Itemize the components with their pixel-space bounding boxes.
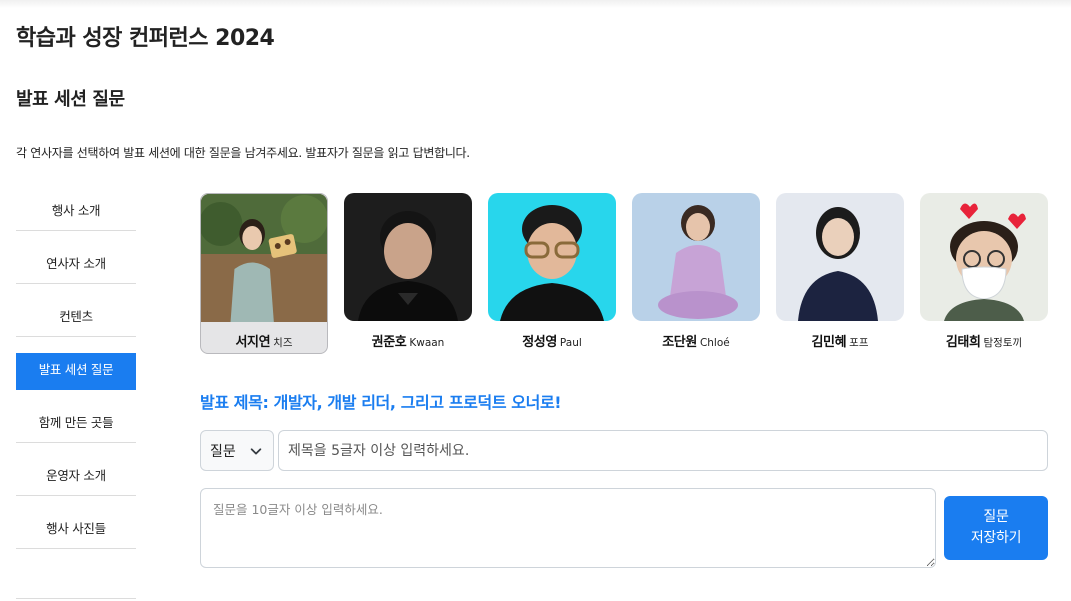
page-title: 발표 세션 질문 <box>16 89 125 110</box>
speaker-nickname: 탐정토끼 <box>983 337 1023 349</box>
speaker-caption: 정성영 Paul <box>488 331 616 350</box>
speaker-card-6[interactable]: 김태희 탐정토끼 <box>920 193 1048 354</box>
speaker-photo <box>201 194 327 322</box>
sidebar-divider <box>16 598 136 599</box>
speaker-card-5[interactable]: 김민혜 포프 <box>776 193 904 354</box>
question-type-select[interactable]: 질문 <box>200 430 274 471</box>
speaker-card-2[interactable]: 권준호 Kwaan <box>344 193 472 354</box>
speaker-nickname: Paul <box>559 337 582 349</box>
top-bar-shadow <box>0 0 1071 8</box>
save-question-button[interactable]: 질문 저장하기 <box>944 496 1048 560</box>
speaker-name: 권준호 <box>371 335 407 350</box>
save-button-line1: 질문 <box>983 509 1009 525</box>
speaker-name: 서지연 <box>235 335 271 350</box>
speaker-nickname: 포프 <box>849 337 869 349</box>
speaker-card-3[interactable]: 정성영 Paul <box>488 193 616 354</box>
speaker-name: 조단원 <box>662 335 697 350</box>
speaker-caption: 서지연 치즈 <box>201 331 327 350</box>
speaker-name: 김태희 <box>945 335 981 350</box>
speaker-photo <box>776 193 904 321</box>
sidebar-nav: 행사 소개 연사자 소개 컨텐츠 발표 세션 질문 함께 만든 곳들 운영자 소… <box>16 194 136 565</box>
speaker-photo <box>632 193 760 321</box>
speaker-nickname: Chloé <box>699 337 730 349</box>
speaker-name: 정성영 <box>522 335 557 350</box>
question-type-value: 질문 <box>210 443 236 460</box>
speaker-caption: 김민혜 포프 <box>776 331 904 350</box>
speaker-photo <box>344 193 472 321</box>
sidebar-item-event-intro[interactable]: 행사 소개 <box>16 194 136 231</box>
sidebar-item-partners[interactable]: 함께 만든 곳들 <box>16 406 136 443</box>
sidebar-item-speakers[interactable]: 연사자 소개 <box>16 247 136 284</box>
speaker-photo <box>920 193 1048 321</box>
speaker-selector: 서지연 치즈 권준호 Kwaan 정성영 Paul 조단원 Chloé 김민혜 … <box>200 193 1050 355</box>
sidebar-item-contents[interactable]: 컨텐츠 <box>16 300 136 337</box>
question-title-input[interactable] <box>278 430 1048 471</box>
speaker-card-4[interactable]: 조단원 Chloé <box>632 193 760 354</box>
sidebar-item-organizers[interactable]: 운영자 소개 <box>16 459 136 496</box>
speaker-caption: 김태희 탐정토끼 <box>920 331 1048 350</box>
speaker-nickname: Kwaan <box>409 337 445 349</box>
speaker-caption: 조단원 Chloé <box>632 331 760 350</box>
question-body-textarea[interactable] <box>200 488 936 568</box>
speaker-caption: 권준호 Kwaan <box>344 331 472 350</box>
save-button-line2: 저장하기 <box>970 530 1022 546</box>
session-title: 발표 제목: 개발자, 개발 리더, 그리고 프로덕트 오너로! <box>200 393 562 412</box>
site-title: 학습과 성장 컨퍼런스 2024 <box>16 26 275 51</box>
speaker-nickname: 치즈 <box>273 337 293 349</box>
sidebar-item-photos[interactable]: 행사 사진들 <box>16 512 136 549</box>
speaker-name: 김민혜 <box>811 335 847 350</box>
speaker-photo <box>488 193 616 321</box>
sidebar-item-session-questions[interactable]: 발표 세션 질문 <box>16 353 136 390</box>
chevron-down-icon <box>250 448 262 455</box>
page-intro: 각 연사자를 선택하여 발표 세션에 대한 질문을 남겨주세요. 발표자가 질문… <box>16 146 470 160</box>
speaker-card-1[interactable]: 서지연 치즈 <box>200 193 328 354</box>
